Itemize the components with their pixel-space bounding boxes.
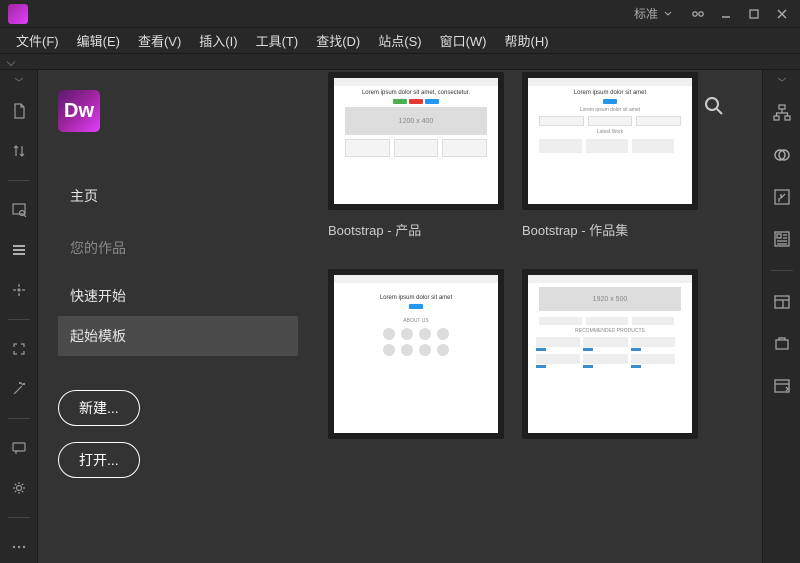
nav-home[interactable]: 主页 [58,176,298,216]
inspect-icon[interactable] [8,199,30,221]
menu-tools[interactable]: 工具(T) [248,29,307,52]
thumb-hero: 1200 x 400 [345,107,486,135]
template-thumbnail[interactable]: Lorem ipsum dolor sit amet ABOUT US [328,269,504,439]
menu-insert[interactable]: 插入(I) [191,29,245,52]
menu-view[interactable]: 查看(V) [130,29,189,52]
thumb-hero: 1920 x 500 [539,287,680,311]
files-panel-icon[interactable] [771,291,793,313]
chevron-down-icon [664,11,672,17]
insert-panel-icon[interactable] [771,186,793,208]
start-screen: Dw 主页 您的作品 快速开始 起始模板 新建... 打开... Lo [38,70,762,563]
wand-icon[interactable] [8,378,30,400]
nav-quick-start[interactable]: 快速开始 [58,276,298,316]
document-tab-strip [0,54,800,70]
app-logo-large: Dw [58,90,100,132]
cc-libraries-icon[interactable] [771,144,793,166]
gear-icon[interactable] [8,477,30,499]
assets-panel-icon[interactable] [771,333,793,355]
maximize-button[interactable] [742,4,766,24]
target-icon[interactable] [8,279,30,301]
thumb-heading: Lorem ipsum dolor sit amet [380,295,452,301]
menu-help[interactable]: 帮助(H) [497,29,557,52]
close-button[interactable] [770,4,794,24]
titlebar: 标准 [0,0,800,28]
menu-site[interactable]: 站点(S) [370,29,429,52]
expand-icon[interactable] [8,338,30,360]
thumb-heading: Lorem ipsum dolor sit amet, consectetur. [362,90,470,96]
dock-handle-icon[interactable] [773,76,791,82]
tab-expand-icon[interactable] [7,57,15,65]
template-label: Bootstrap - 作品集 [522,220,698,239]
menu-file[interactable]: 文件(F) [8,29,67,52]
sync-settings-icon[interactable] [686,4,710,24]
menu-window[interactable]: 窗口(W) [432,29,495,52]
css-designer-icon[interactable] [771,228,793,250]
arrows-icon[interactable] [8,140,30,162]
menu-edit[interactable]: 编辑(E) [69,29,128,52]
template-thumbnail[interactable]: Lorem ipsum dolor sit amet, consectetur.… [328,72,504,210]
hamburger-icon[interactable] [8,239,30,261]
workspace-switcher[interactable]: 标准 [624,5,682,22]
right-panel-dock [762,70,800,563]
menu-find[interactable]: 查找(D) [308,29,368,52]
left-toolbar [0,70,38,563]
thumb-heading: Lorem ipsum dolor sit amet [574,90,646,96]
nav-your-work-label: 您的作品 [58,228,298,268]
minimize-button[interactable] [714,4,738,24]
file-icon[interactable] [8,100,30,122]
comment-icon[interactable] [8,437,30,459]
snippets-panel-icon[interactable] [771,375,793,397]
menubar: 文件(F) 编辑(E) 查看(V) 插入(I) 工具(T) 查找(D) 站点(S… [0,28,800,54]
app-logo-small [8,4,28,24]
template-thumbnail[interactable]: 1920 x 500 RECOMMENDED PRODUCTS [522,269,698,439]
new-button[interactable]: 新建... [58,390,140,426]
dock-handle-icon[interactable] [10,76,28,82]
template-thumbnail[interactable]: Lorem ipsum dolor sit amet Lorem ipsum d… [522,72,698,210]
open-button[interactable]: 打开... [58,442,140,478]
template-label: Bootstrap - 产品 [328,220,504,239]
more-icon[interactable] [8,536,30,558]
nav-starter-templates[interactable]: 起始模板 [58,316,298,356]
dom-tree-icon[interactable] [771,102,793,124]
